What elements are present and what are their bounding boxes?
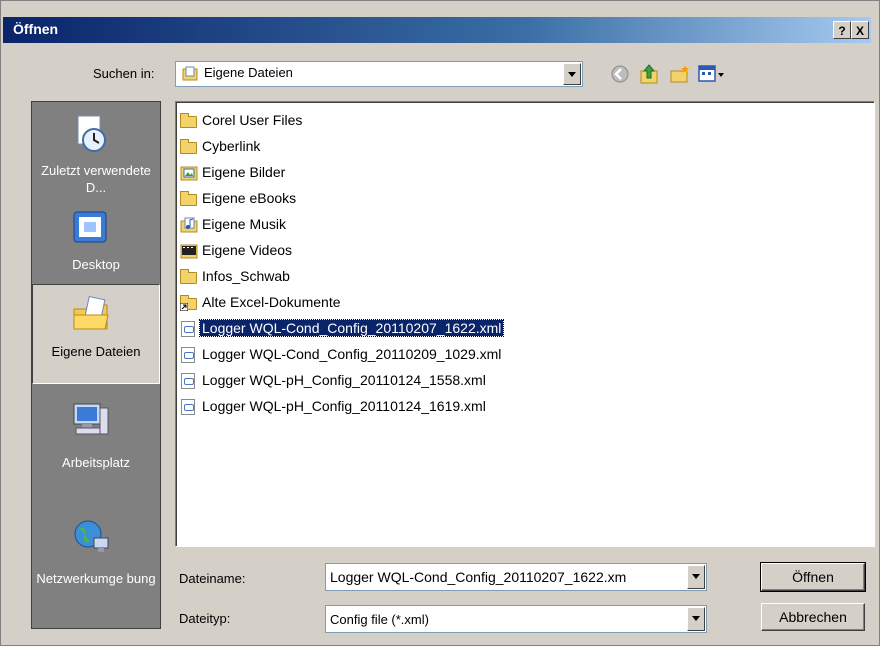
help-button[interactable]: ? <box>833 21 851 39</box>
my-computer-icon <box>70 400 110 440</box>
list-item[interactable]: Logger WQL-Cond_Config_20110207_1622.xml <box>180 318 505 338</box>
video-folder-icon <box>180 243 198 259</box>
back-icon[interactable] <box>609 63 631 85</box>
xml-file-icon <box>180 347 198 364</box>
place-label: Eigene Dateien <box>51 344 141 359</box>
close-button[interactable]: X <box>851 21 869 39</box>
list-item[interactable]: Alte Excel-Dokumente <box>180 292 343 312</box>
folder-icon <box>180 113 198 129</box>
list-item[interactable]: Logger WQL-Cond_Config_20110209_1029.xml <box>180 344 503 364</box>
filetype-dropdown-button[interactable] <box>687 607 705 631</box>
open-dialog: Öffnen ? X Suchen in: Eigene Dateien Zul… <box>0 0 880 646</box>
network-icon <box>70 516 110 556</box>
list-item[interactable]: Logger WQL-pH_Config_20110124_1558.xml <box>180 370 488 390</box>
list-item[interactable]: Eigene Videos <box>180 240 294 260</box>
folder-icon <box>180 269 198 285</box>
cancel-button[interactable]: Abbrechen <box>761 603 865 631</box>
place-recent[interactable]: Zuletzt verwendete D... <box>32 104 160 204</box>
look-in-value: Eigene Dateien <box>204 65 293 80</box>
list-item[interactable]: Corel User Files <box>180 110 304 130</box>
list-item[interactable]: Logger WQL-pH_Config_20110124_1619.xml <box>180 396 488 416</box>
place-label: Desktop <box>72 257 120 272</box>
xml-file-icon <box>180 321 198 338</box>
look-in-label: Suchen in: <box>93 66 155 81</box>
place-label: Arbeitsplatz <box>62 455 130 470</box>
list-item[interactable]: Infos_Schwab <box>180 266 292 286</box>
filename-value[interactable]: Logger WQL-Cond_Config_20110207_1622.xm <box>330 569 670 585</box>
open-button[interactable]: Öffnen <box>760 562 866 592</box>
music-folder-icon <box>180 217 198 233</box>
folder-shortcut-icon <box>180 295 198 312</box>
list-item[interactable]: Eigene Musik <box>180 214 288 234</box>
xml-file-icon <box>180 399 198 416</box>
new-folder-icon[interactable] <box>669 63 691 85</box>
list-item[interactable]: Cyberlink <box>180 136 262 156</box>
folder-icon <box>180 191 198 207</box>
dialog-title: Öffnen <box>13 21 59 37</box>
title-bar[interactable]: Öffnen ? X <box>3 17 871 43</box>
place-network[interactable]: Netzwerkumge bung <box>32 500 160 620</box>
place-label: Zuletzt verwendete D... <box>41 163 151 195</box>
folder-icon <box>180 139 198 155</box>
places-bar: Zuletzt verwendete D... Desktop Eigene D… <box>31 101 161 629</box>
xml-file-icon <box>180 373 198 390</box>
list-item[interactable]: Eigene eBooks <box>180 188 298 208</box>
filetype-label: Dateityp: <box>179 611 231 626</box>
filetype-value: Config file (*.xml) <box>330 612 429 627</box>
pictures-folder-icon <box>180 165 198 181</box>
look-in-dropdown-button[interactable] <box>563 63 581 85</box>
look-in-combo[interactable]: Eigene Dateien <box>175 61 583 87</box>
place-my-computer[interactable]: Arbeitsplatz <box>32 384 160 484</box>
filename-label: Dateiname: <box>179 571 246 586</box>
file-list[interactable]: Corel User Files Cyberlink Eigene Bilder… <box>175 101 875 547</box>
up-folder-icon[interactable] <box>639 63 661 85</box>
desktop-icon <box>70 208 110 248</box>
filename-dropdown-button[interactable] <box>687 565 705 589</box>
filetype-select[interactable]: Config file (*.xml) <box>325 605 707 633</box>
filename-field[interactable]: Logger WQL-Cond_Config_20110207_1622.xm <box>325 563 707 591</box>
place-my-documents[interactable]: Eigene Dateien <box>32 284 160 384</box>
my-documents-icon <box>71 295 111 335</box>
list-item[interactable]: Eigene Bilder <box>180 162 287 182</box>
view-menu-icon[interactable] <box>697 63 727 85</box>
recent-documents-icon <box>70 114 110 154</box>
place-label: Netzwerkumge bung <box>36 571 156 586</box>
my-documents-small-icon <box>182 66 198 82</box>
